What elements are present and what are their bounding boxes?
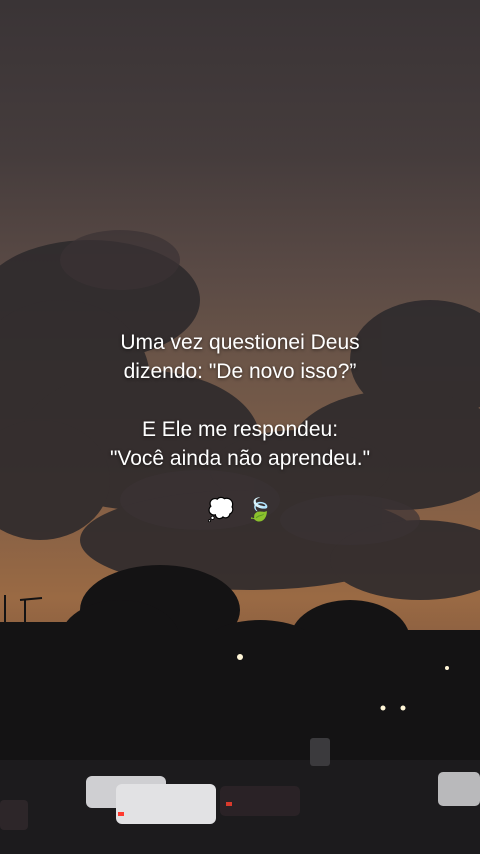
leaf-icon: 🍃 bbox=[245, 498, 273, 523]
caption-answer: E Ele me respondeu: "Você ainda não apre… bbox=[0, 415, 480, 473]
caption-line-1: Uma vez questionei Deus bbox=[120, 331, 360, 354]
caption-question: Uma vez questionei Deus dizendo: "De nov… bbox=[0, 328, 480, 386]
photo-background: Uma vez questionei Deus dizendo: "De nov… bbox=[0, 0, 480, 854]
emoji-row: 💭 🍃 bbox=[0, 496, 480, 526]
caption-line-4: "Você ainda não aprendeu." bbox=[109, 447, 371, 470]
caption-line-2: dizendo: "De novo isso?” bbox=[123, 360, 357, 383]
caption-line-3: E Ele me respondeu: bbox=[141, 418, 339, 441]
thought-bubble-icon: 💭 bbox=[207, 498, 235, 523]
